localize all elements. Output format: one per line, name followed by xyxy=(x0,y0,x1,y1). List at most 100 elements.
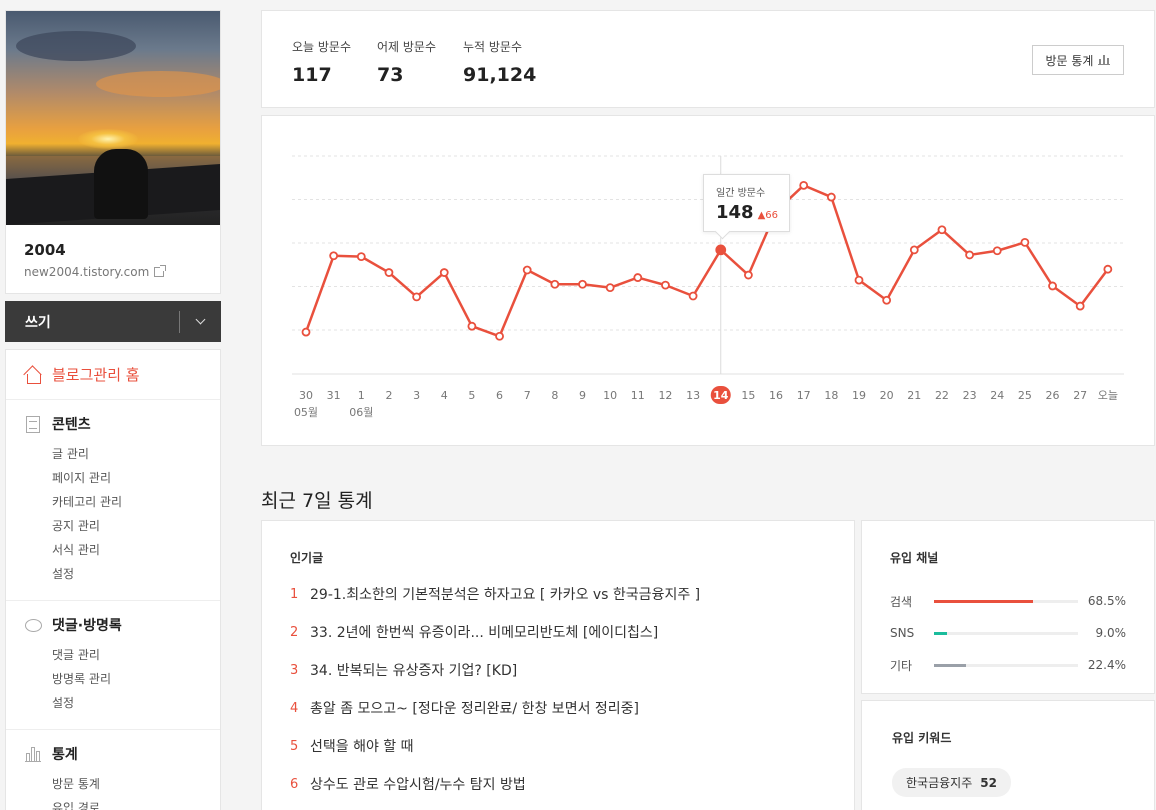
data-point xyxy=(1020,237,1030,247)
x-tick-label: 26 xyxy=(1046,389,1060,402)
x-tick-label: 30 xyxy=(299,389,313,402)
post-title: 총알 좀 모으고~ [정다운 정리완료/ 한창 보면서 정리중] xyxy=(310,701,640,717)
profile-card: 2004 new2004.tistory.com xyxy=(5,10,221,294)
data-point xyxy=(633,273,643,282)
x-tick-label: 24 xyxy=(990,389,1004,402)
channel-bar-track xyxy=(934,663,1078,667)
tooltip-delta-value: 66 xyxy=(765,210,779,221)
channel-row: 기타 22.4% xyxy=(890,649,1126,681)
data-point xyxy=(715,244,727,256)
yesterday-visits: 어제 방문수 73 xyxy=(377,38,436,86)
profile-image[interactable] xyxy=(6,11,220,225)
section-title: 콘텐츠 xyxy=(52,417,91,433)
write-dropdown-button[interactable] xyxy=(180,301,221,342)
data-point xyxy=(605,283,615,293)
section-header[interactable]: 댓글·방명록 xyxy=(24,615,202,635)
channel-percent: 22.4% xyxy=(1087,658,1126,672)
visit-stats-button[interactable]: 방문 통계 xyxy=(1032,45,1124,75)
menu-section-contents: 콘텐츠 글 관리 페이지 관리 카테고리 관리 공지 관리 서식 관리 설정 xyxy=(6,400,220,601)
today-visits: 오늘 방문수 117 xyxy=(292,38,351,86)
card-title: 유입 채널 xyxy=(890,551,939,565)
card-title: 유입 키워드 xyxy=(892,731,952,745)
chevron-down-icon xyxy=(195,314,206,325)
data-point xyxy=(661,280,670,290)
x-tick-label: 19 xyxy=(852,389,866,402)
document-icon xyxy=(26,415,40,433)
x-tick-label: 3 xyxy=(413,389,420,402)
write-button[interactable]: 쓰기 xyxy=(5,312,179,332)
post-rank: 1 xyxy=(290,587,299,602)
post-rank: 6 xyxy=(290,777,299,792)
channel-bar-fill xyxy=(934,631,947,635)
popular-post-item[interactable]: 1 29-1.최소한의 기본적분석은 하자고요 [ 카카오 vs 한국금융지주 ] xyxy=(290,584,826,622)
popular-post-item[interactable]: 6 상수도 관로 수압시험/누수 탐지 방법 xyxy=(290,774,826,810)
blog-url: new2004.tistory.com xyxy=(24,265,150,279)
x-tick-label: 9 xyxy=(579,389,586,402)
card-title: 인기글 xyxy=(290,551,324,565)
external-link-icon xyxy=(154,265,167,277)
sidebar: 2004 new2004.tistory.com 쓰기 블로그관리 홈 콘텐츠 … xyxy=(5,10,221,810)
post-title: 34. 반복되는 유상증자 기업? [KD] xyxy=(310,663,518,679)
x-tick-label: 1 xyxy=(358,389,365,402)
x-tick-label: 23 xyxy=(963,389,977,402)
sidebar-item-guestbook[interactable]: 방명록 관리 xyxy=(24,667,202,691)
channel-bar-fill xyxy=(934,599,1033,603)
keyword-tag[interactable]: 한국금융지주 52 xyxy=(892,768,1011,797)
section-header[interactable]: 콘텐츠 xyxy=(24,414,202,434)
stat-label: 누적 방문수 xyxy=(463,40,523,54)
channel-name: 기타 xyxy=(890,658,913,673)
tooltip-label: 일간 방문수 xyxy=(716,188,766,199)
post-title: 29-1.최소한의 기본적분석은 하자고요 [ 카카오 vs 한국금융지주 ] xyxy=(310,587,701,603)
blog-url-link[interactable]: new2004.tistory.com xyxy=(24,265,202,279)
channel-percent: 68.5% xyxy=(1087,594,1126,608)
sidebar-item-home[interactable]: 블로그관리 홈 xyxy=(6,350,220,400)
data-point xyxy=(439,268,449,277)
x-tick-label: 8 xyxy=(551,389,558,402)
data-point xyxy=(550,279,560,289)
x-tick-label: 5 xyxy=(468,389,475,402)
x-tick-label: 18 xyxy=(824,389,838,402)
sidebar-item-referrers[interactable]: 유입 경로 xyxy=(24,796,202,810)
comment-icon xyxy=(24,618,42,632)
data-point xyxy=(1048,281,1057,291)
sidebar-item-categories[interactable]: 카테고리 관리 xyxy=(24,490,202,514)
sidebar-item-notices[interactable]: 공지 관리 xyxy=(24,514,202,538)
x-tick-label: 17 xyxy=(797,389,811,402)
keyword-count: 52 xyxy=(980,775,997,790)
data-point xyxy=(578,279,587,289)
section-header[interactable]: 통계 xyxy=(24,744,202,764)
popular-post-item[interactable]: 2 33. 2년에 한번씩 유증이라... 비메모리반도체 [에이디칩스] xyxy=(290,622,826,660)
x-tick-label: 27 xyxy=(1073,389,1087,402)
popular-posts-card: 인기글 1 29-1.최소한의 기본적분석은 하자고요 [ 카카오 vs 한국금융… xyxy=(261,520,855,810)
sidebar-item-label: 블로그관리 홈 xyxy=(52,366,140,384)
stat-value: 91,124 xyxy=(463,64,537,86)
data-point xyxy=(1103,264,1113,274)
popular-post-item[interactable]: 4 총알 좀 모으고~ [정다운 정리완료/ 한창 보면서 정리중] xyxy=(290,698,826,736)
tooltip-value: 148 xyxy=(716,202,754,223)
x-tick-label: 31 xyxy=(327,389,341,402)
data-point xyxy=(384,268,394,277)
sidebar-item-content-settings[interactable]: 설정 xyxy=(24,562,202,586)
data-point xyxy=(965,250,974,260)
data-point xyxy=(1075,301,1085,311)
sidebar-item-comments[interactable]: 댓글 관리 xyxy=(24,643,202,667)
sidebar-item-templates[interactable]: 서식 관리 xyxy=(24,538,202,562)
x-tick-label: 14 xyxy=(713,389,729,402)
channel-name: 검색 xyxy=(890,594,913,609)
sidebar-item-posts[interactable]: 글 관리 xyxy=(24,442,202,466)
blog-name: 2004 xyxy=(24,241,66,259)
write-bar: 쓰기 xyxy=(5,301,221,342)
data-point xyxy=(882,295,892,305)
sidebar-item-visit-stats[interactable]: 방문 통계 xyxy=(24,772,202,796)
section-title: 댓글·방명록 xyxy=(52,618,122,634)
sidebar-item-pages[interactable]: 페이지 관리 xyxy=(24,466,202,490)
popular-post-item[interactable]: 5 선택을 해야 할 때 xyxy=(290,736,826,774)
popular-post-item[interactable]: 3 34. 반복되는 유상증자 기업? [KD] xyxy=(290,660,826,698)
post-rank: 4 xyxy=(290,701,299,716)
post-rank: 5 xyxy=(290,739,299,754)
sidebar-item-comment-settings[interactable]: 설정 xyxy=(24,691,202,715)
post-rank: 3 xyxy=(290,663,299,678)
sidebar-menu: 블로그관리 홈 콘텐츠 글 관리 페이지 관리 카테고리 관리 공지 관리 서식… xyxy=(5,349,221,810)
channel-row: SNS 9.0% xyxy=(890,617,1126,649)
x-tick-label: 15 xyxy=(741,389,755,402)
